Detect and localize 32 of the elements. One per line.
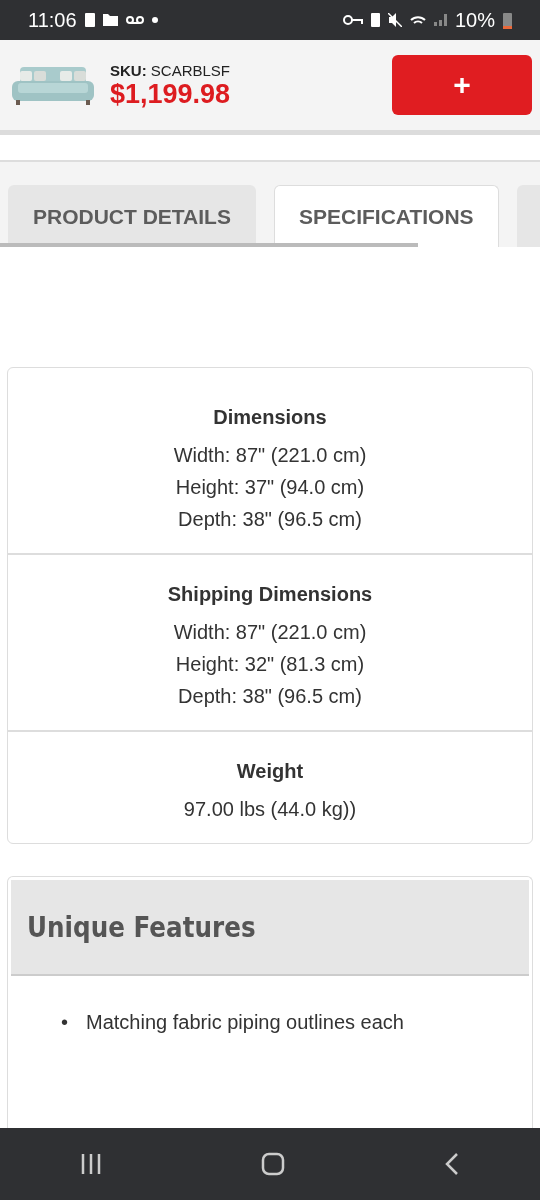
voicemail-icon [125, 16, 144, 24]
clock: 11:06 [28, 8, 77, 32]
battery-percent: 10% [454, 8, 495, 32]
spec-title: Weight [236, 760, 304, 783]
recent-apps-icon[interactable] [79, 1153, 102, 1175]
spec-value: Width: 87" (221.0 cm) [173, 621, 367, 644]
bullet: • [61, 1010, 68, 1034]
mute-icon [387, 13, 402, 27]
spec-value: Height: 32" (81.3 cm) [175, 653, 365, 676]
wifi-icon [409, 16, 426, 24]
tab[interactable]: SPECIFICATIONS [273, 185, 499, 247]
feature-item: Matching fabric piping outlines each [86, 1010, 404, 1034]
spec-value: Depth: 38" (96.5 cm) [178, 685, 362, 708]
battery-saver-icon [370, 13, 380, 27]
spec-title: Dimensions [213, 406, 327, 429]
spec-value: 97.00 lbs (44.0 kg)) [183, 798, 357, 821]
folder-icon [102, 14, 118, 26]
signal-icon [433, 14, 447, 26]
price: $1,199.98 [110, 81, 232, 108]
home-icon[interactable] [261, 1152, 285, 1176]
spec-title: Shipping Dimensions [167, 583, 373, 606]
spec-value: Depth: 38" (96.5 cm) [178, 508, 362, 531]
phone-icon [84, 13, 95, 27]
spec-value: Width: 87" (221.0 cm) [173, 444, 367, 467]
back-icon[interactable] [444, 1152, 461, 1176]
key-icon [342, 15, 363, 25]
battery-icon [503, 11, 512, 29]
dot-icon [151, 17, 158, 23]
features-title: Unique Features [27, 910, 256, 944]
spec-value: Height: 37" (94.0 cm) [175, 476, 365, 499]
add-button[interactable]: + [392, 55, 532, 115]
sku-text: SKU: SCARBLSF [110, 62, 232, 79]
